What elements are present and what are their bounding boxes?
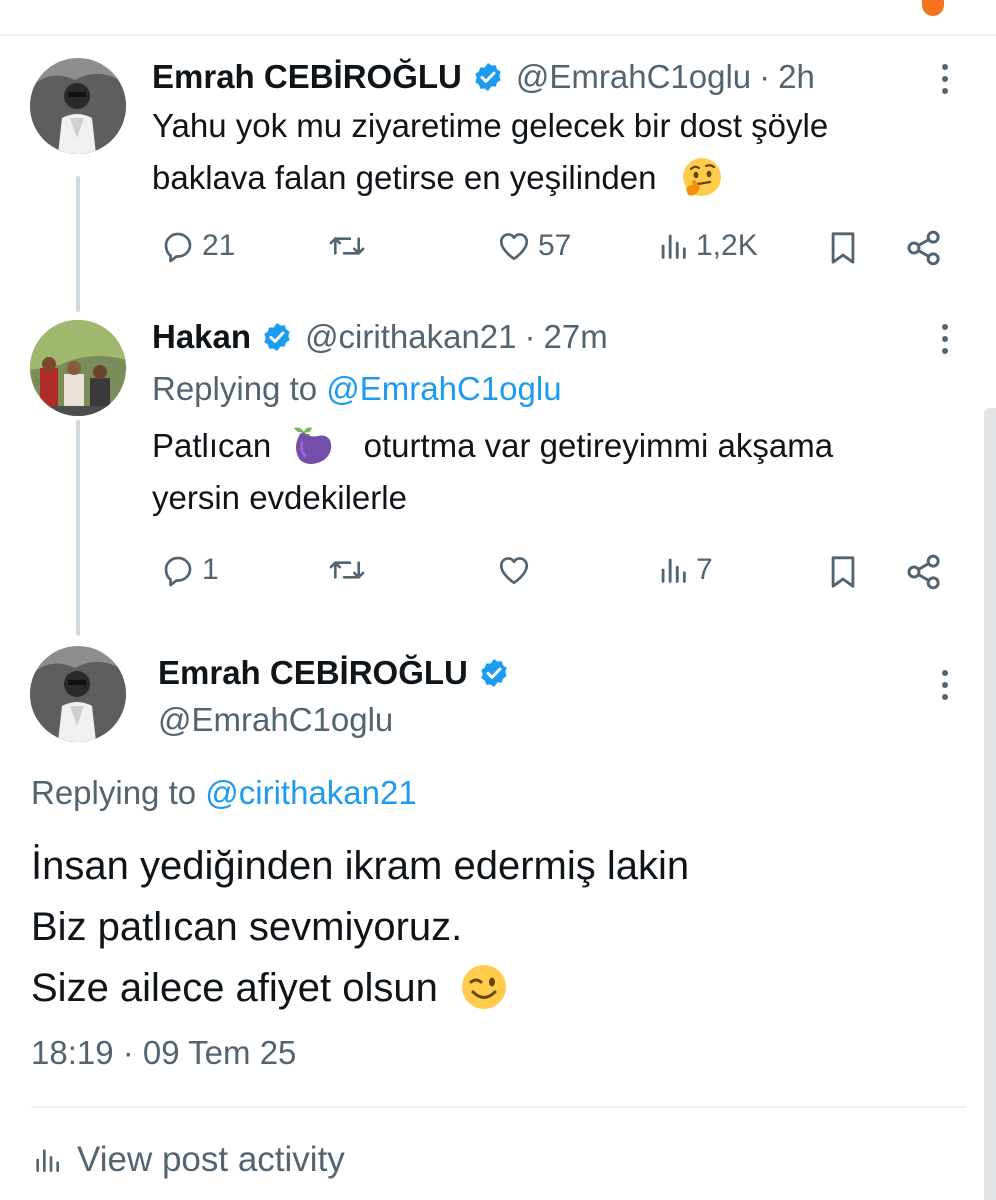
analytics-icon bbox=[661, 234, 686, 259]
retweet-button[interactable] bbox=[328, 552, 372, 588]
status-indicator bbox=[922, 0, 944, 16]
more-options-icon[interactable] bbox=[940, 64, 950, 94]
tweet-header: Emrah CEBİROĞLU bbox=[158, 652, 522, 694]
tweet-text-fragment: Size ailece afiyet olsun bbox=[31, 966, 438, 1010]
replying-to-mention[interactable]: @EmrahC1oglu bbox=[326, 370, 561, 407]
retweet-icon bbox=[329, 237, 365, 255]
tweet-text-fragment: baklava falan getirse en yeşilinden bbox=[152, 159, 657, 196]
scrollbar[interactable] bbox=[984, 408, 996, 1200]
tweet-header: Hakan @cirithakan21 · 27m bbox=[152, 316, 608, 358]
tweet-text-line: Size ailece afiyet olsun bbox=[31, 958, 689, 1019]
reply-button[interactable]: 1 bbox=[160, 552, 219, 588]
bookmark-button[interactable] bbox=[826, 552, 860, 592]
like-button[interactable] bbox=[496, 552, 538, 588]
author-handle-row: @EmrahC1oglu bbox=[158, 700, 393, 740]
replying-to: Replying to @EmrahC1oglu bbox=[152, 370, 562, 408]
author-handle[interactable]: @cirithakan21 bbox=[305, 318, 516, 356]
views-button[interactable]: 7 bbox=[656, 552, 713, 588]
eggplant-icon bbox=[294, 427, 332, 465]
verified-badge-icon bbox=[475, 63, 501, 91]
tweet-text-line: Yahu yok mu ziyaretime gelecek bir dost … bbox=[152, 107, 829, 144]
avatar[interactable] bbox=[30, 646, 126, 742]
replying-to-label: Replying to bbox=[152, 370, 318, 407]
tweet-text: Patlıcan oturtma var getireyimmi akşama … bbox=[152, 420, 833, 524]
thinking-face-icon bbox=[682, 158, 721, 197]
reply-icon bbox=[164, 232, 192, 263]
author-handle[interactable]: @EmrahC1oglu bbox=[516, 58, 751, 96]
heart-icon bbox=[499, 557, 529, 585]
heart-icon bbox=[499, 233, 529, 261]
separator: · bbox=[759, 58, 771, 95]
analytics-icon bbox=[36, 1149, 59, 1172]
author-name[interactable]: Emrah CEBİROĞLU bbox=[158, 654, 468, 692]
reply-button[interactable]: 21 bbox=[160, 228, 235, 264]
view-count: 7 bbox=[696, 553, 713, 586]
share-icon bbox=[907, 230, 940, 266]
separator: · bbox=[524, 318, 536, 355]
winking-face-icon bbox=[462, 965, 507, 1010]
tweet-text-fragment: Patlıcan bbox=[152, 427, 272, 464]
post-timestamp[interactable]: 18:19 · 09 Tem 25 bbox=[31, 1034, 296, 1072]
more-options-icon[interactable] bbox=[940, 670, 950, 700]
view-count: 1,2K bbox=[696, 229, 758, 262]
tweet-header: Emrah CEBİROĞLU @EmrahC1oglu · 2h bbox=[152, 56, 815, 98]
post-time[interactable]: 2h bbox=[778, 58, 815, 96]
tweet-text: Yahu yok mu ziyaretime gelecek bir dost … bbox=[152, 100, 828, 204]
tweet-text-line: yersin evdekilerle bbox=[152, 479, 407, 516]
retweet-icon bbox=[329, 561, 365, 579]
tweet-text-line: Patlıcan oturtma var getireyimmi akşama bbox=[152, 420, 833, 472]
divider bbox=[31, 1106, 966, 1108]
author-handle[interactable]: @EmrahC1oglu bbox=[158, 701, 393, 739]
tweet-text-fragment: oturtma var getireyimmi akşama bbox=[363, 427, 834, 464]
replying-to: Replying to @cirithakan21 bbox=[31, 774, 417, 812]
share-button[interactable] bbox=[904, 228, 944, 268]
top-divider bbox=[0, 34, 996, 36]
author-name[interactable]: Hakan bbox=[152, 318, 251, 356]
thread-line bbox=[76, 420, 80, 636]
share-icon bbox=[907, 554, 940, 590]
share-button[interactable] bbox=[904, 552, 944, 592]
avatar[interactable] bbox=[30, 58, 126, 154]
view-post-activity-link[interactable]: View post activity bbox=[31, 1140, 345, 1180]
views-button[interactable]: 1,2K bbox=[656, 228, 758, 264]
tweet-text-line: baklava falan getirse en yeşilinden bbox=[152, 152, 828, 204]
more-options-icon[interactable] bbox=[940, 324, 950, 354]
reply-count: 21 bbox=[202, 229, 236, 262]
tweet-text-line: Biz patlıcan sevmiyoruz. bbox=[31, 905, 463, 949]
verified-badge-icon bbox=[264, 323, 290, 351]
replying-to-mention[interactable]: @cirithakan21 bbox=[205, 774, 416, 811]
verified-badge-icon bbox=[481, 659, 507, 687]
reply-icon bbox=[164, 556, 192, 587]
retweet-button[interactable] bbox=[328, 228, 372, 264]
bookmark-button[interactable] bbox=[826, 228, 860, 268]
tweet-text-line: İnsan yediğinden ikram edermiş lakin bbox=[31, 844, 690, 888]
like-count: 57 bbox=[538, 229, 572, 262]
analytics-icon bbox=[661, 558, 686, 583]
author-name[interactable]: Emrah CEBİROĞLU bbox=[152, 58, 462, 96]
view-post-activity-label: View post activity bbox=[77, 1140, 345, 1179]
like-button[interactable]: 57 bbox=[496, 228, 571, 264]
thread-line bbox=[76, 176, 80, 312]
main-tweet-text: İnsan yediğinden ikram edermiş lakin Biz… bbox=[31, 836, 689, 1019]
avatar[interactable] bbox=[30, 320, 126, 416]
post-time[interactable]: 27m bbox=[544, 318, 608, 356]
bookmark-icon bbox=[831, 232, 855, 264]
replying-to-label: Replying to bbox=[31, 774, 197, 811]
bookmark-icon bbox=[831, 556, 855, 588]
reply-count: 1 bbox=[202, 553, 219, 586]
